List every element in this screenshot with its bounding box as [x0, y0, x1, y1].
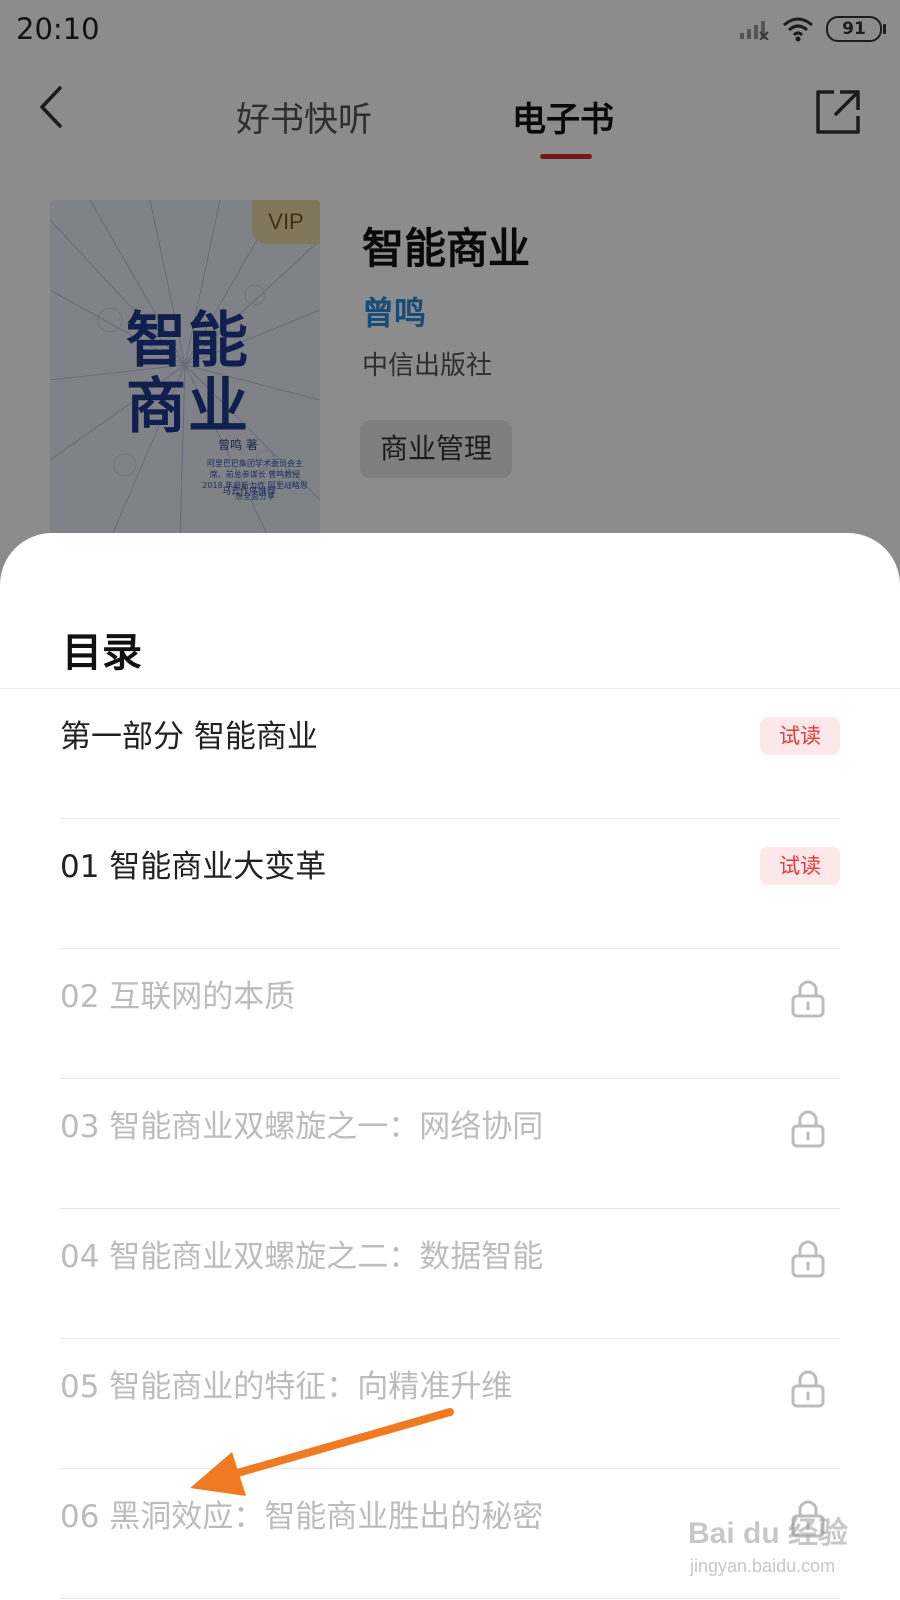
- lock-icon: [791, 1110, 825, 1148]
- trial-read-badge: 试读: [760, 717, 840, 755]
- toc-item[interactable]: 02 互联网的本质: [0, 949, 900, 1079]
- watermark-url: jingyan.baidu.com: [690, 1556, 836, 1576]
- toc-item[interactable]: 04 智能商业双螺旋之二：数据智能: [0, 1209, 900, 1339]
- divider: [60, 1598, 840, 1599]
- toc-item-label: 01 智能商业大变革: [60, 849, 327, 885]
- toc-item[interactable]: 03 智能商业双螺旋之一：网络协同: [0, 1079, 900, 1209]
- toc-item-label: 04 智能商业双螺旋之二：数据智能: [60, 1239, 544, 1275]
- toc-item-label: 03 智能商业双螺旋之一：网络协同: [60, 1109, 544, 1145]
- trial-read-badge: 试读: [760, 847, 840, 885]
- toc-item[interactable]: 01 智能商业大变革 试读: [0, 819, 900, 949]
- toc-item-label: 02 互联网的本质: [60, 979, 296, 1015]
- watermark-main: Bai du 经验: [688, 1517, 849, 1550]
- lock-icon: [791, 1370, 825, 1408]
- lock-icon: [791, 980, 825, 1018]
- toc-item[interactable]: 第一部分 智能商业 试读: [0, 689, 900, 819]
- annotation-arrow-icon: [190, 1408, 454, 1496]
- toc-item-label: 第一部分 智能商业: [60, 719, 318, 755]
- baidu-watermark: Bai du 经验 jingyan.baidu.com: [688, 1508, 878, 1586]
- lock-icon: [791, 1240, 825, 1278]
- toc-title: 目录: [62, 630, 142, 676]
